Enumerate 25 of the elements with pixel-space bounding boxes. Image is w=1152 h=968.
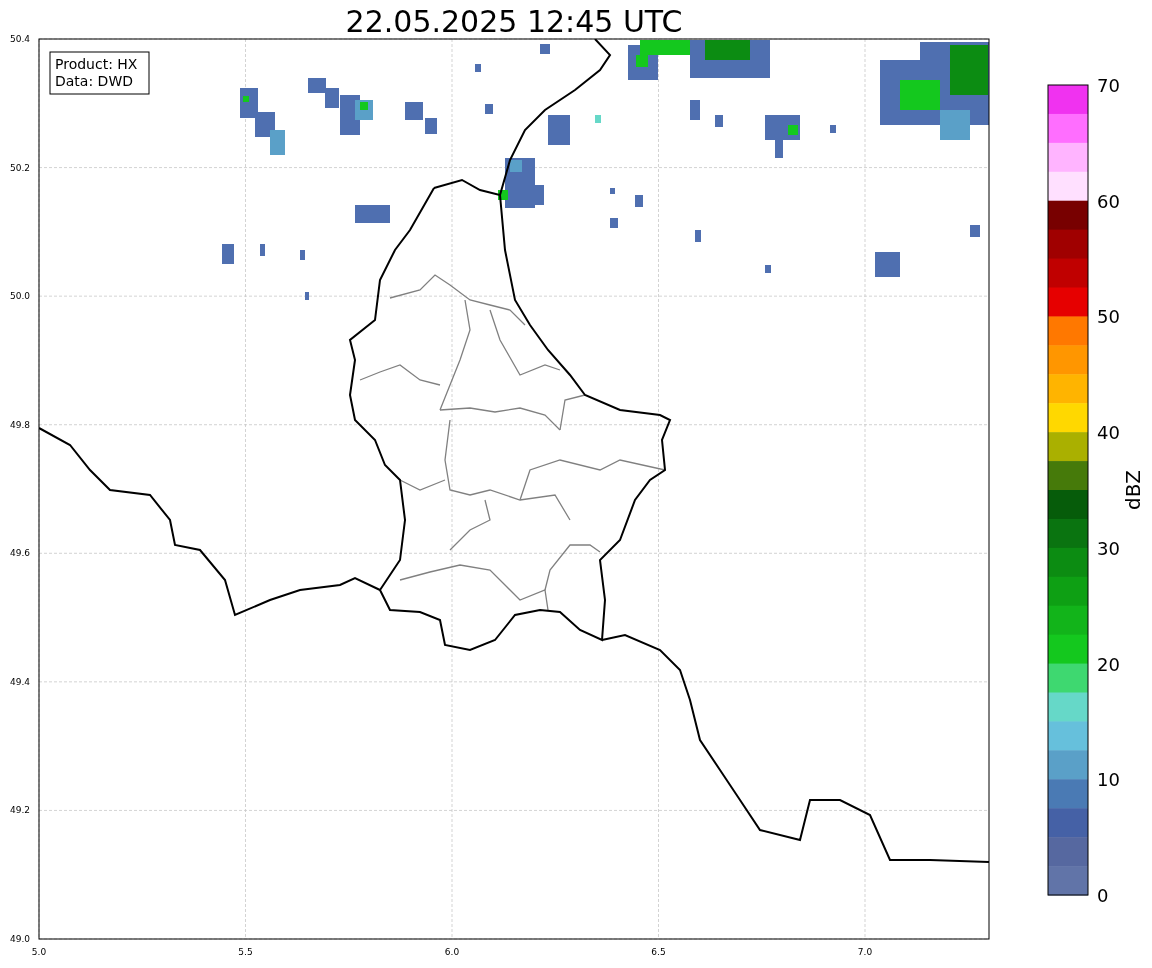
x-tick-label: 5.5: [238, 947, 253, 957]
y-tick-label: 49.4: [9, 676, 30, 687]
y-tick-label: 49.2: [9, 805, 30, 816]
x-tick-label: 7.0: [857, 947, 873, 957]
colorbar-tick-label: 0: [1097, 885, 1109, 906]
colorbar-tick-label: 50: [1097, 306, 1120, 328]
colorbar-label: dBZ: [1121, 469, 1145, 511]
x-tick-label: 5.0: [31, 947, 47, 957]
colorbar-tick-label: 20: [1097, 653, 1120, 675]
legend-text: Product: HX: [55, 56, 138, 72]
legend-text: Data: DWD: [55, 73, 133, 89]
colorbar-tick-label: 10: [1097, 769, 1120, 791]
colorbar-tick-label: 40: [1097, 422, 1120, 444]
y-tick-label: 49.0: [9, 934, 30, 944]
y-tick-label: 49.8: [9, 419, 30, 430]
y-tick-label: 49.6: [9, 548, 30, 559]
colorbar-tick-label: 70: [1097, 75, 1120, 96]
colorbar-tick-label: 60: [1097, 190, 1120, 212]
colorbar-tick-label: 30: [1097, 537, 1120, 559]
y-tick-label: 50.0: [9, 291, 30, 302]
x-tick-label: 6.0: [444, 947, 460, 957]
chart-title: 22.05.2025 12:45 UTC: [345, 4, 683, 39]
x-tick-label: 6.5: [651, 947, 666, 957]
y-tick-label: 50.2: [9, 162, 30, 173]
y-tick-label: 50.4: [9, 34, 30, 44]
